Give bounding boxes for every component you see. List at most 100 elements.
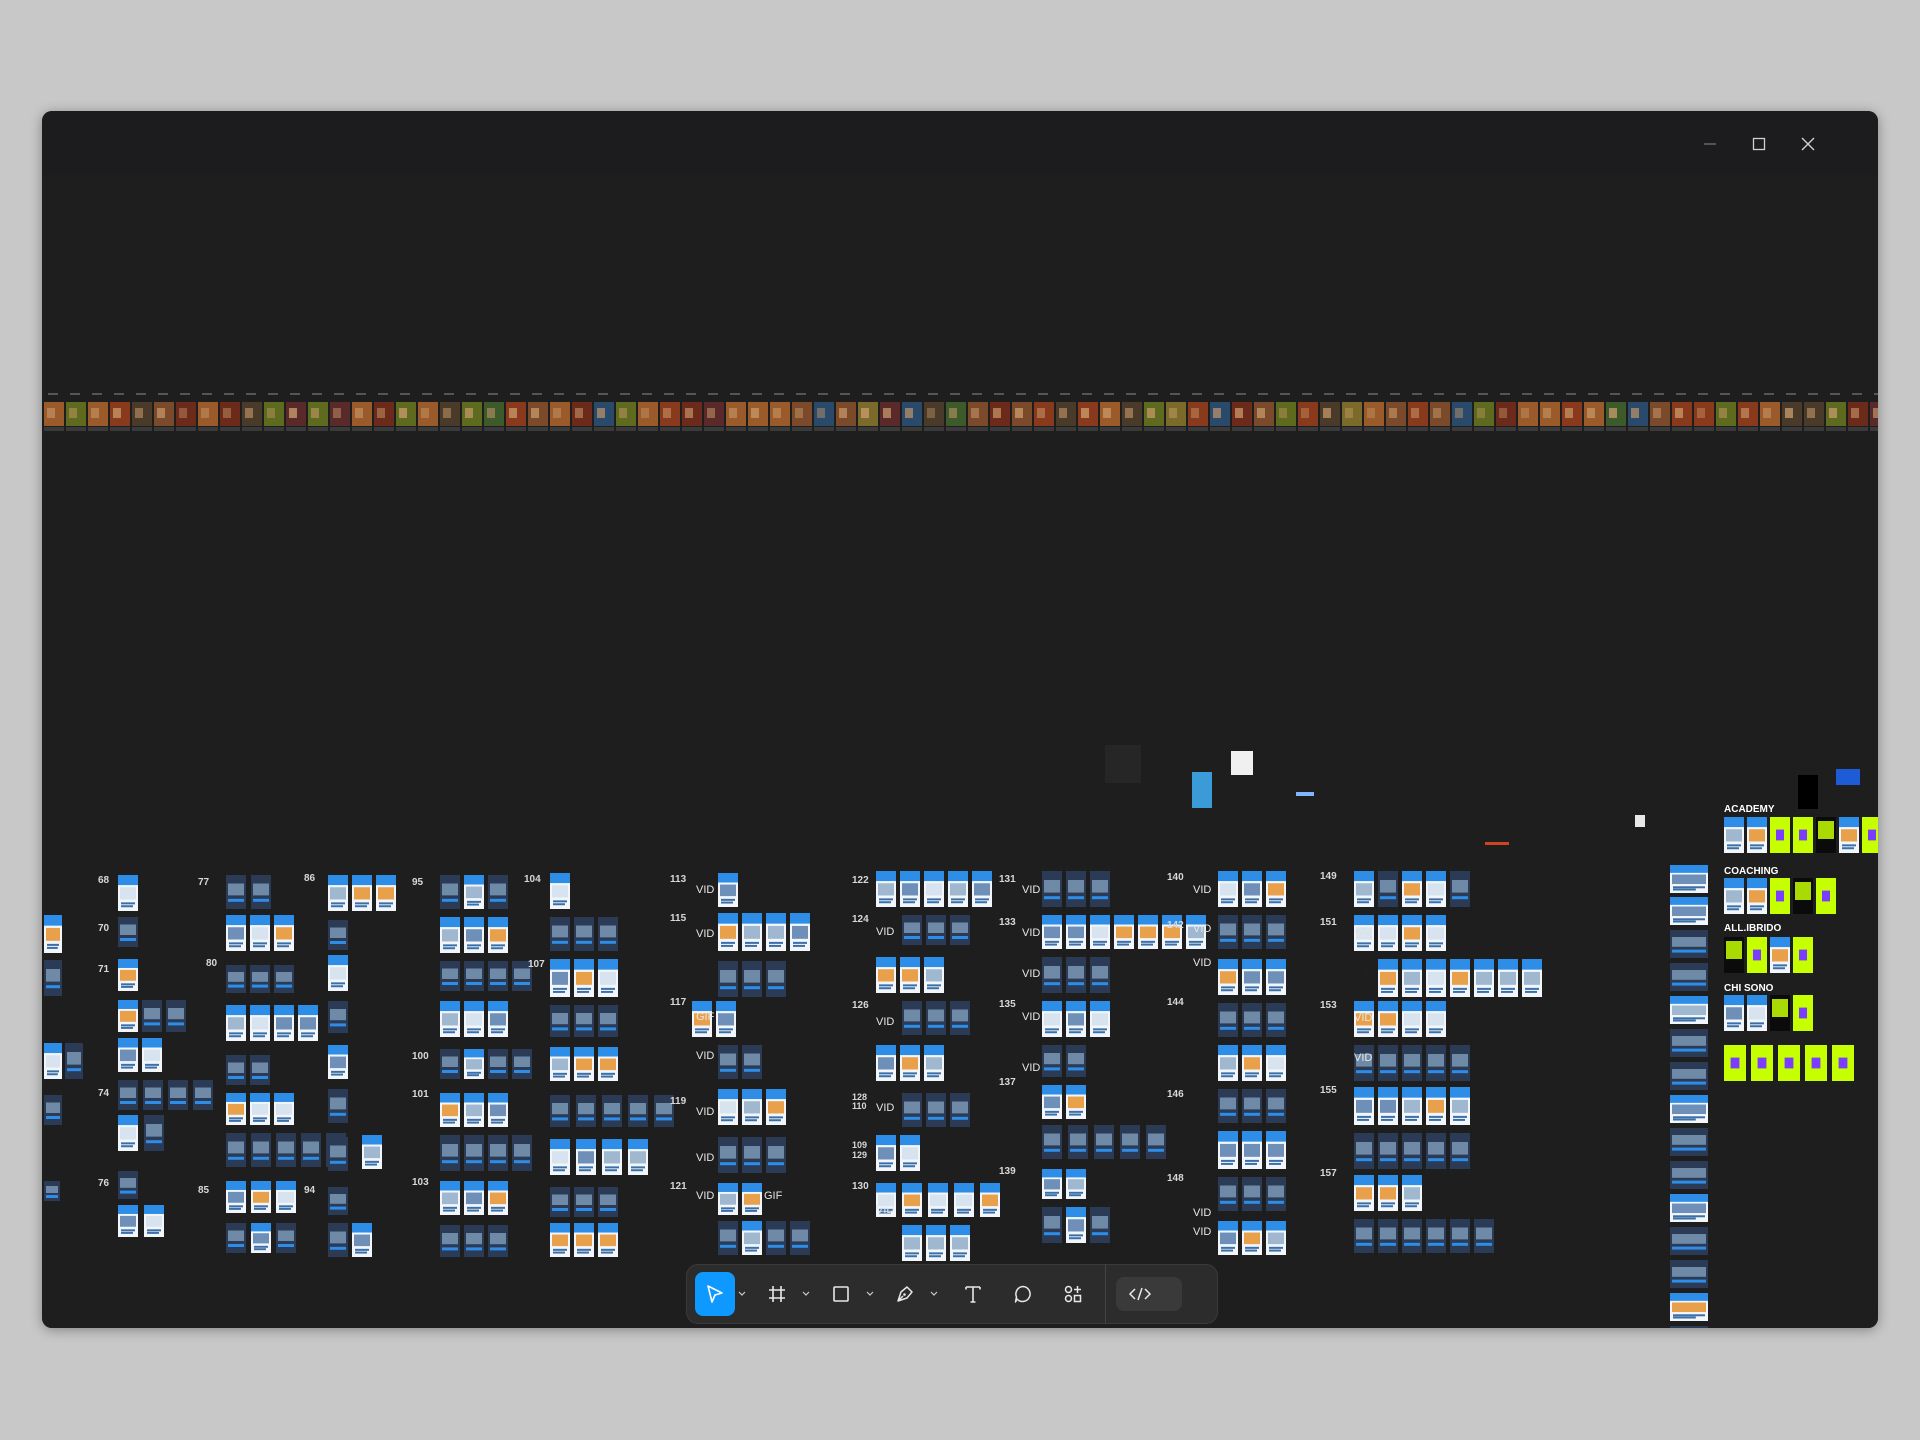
card-header[interactable] bbox=[1402, 871, 1422, 882]
card-image[interactable] bbox=[1092, 1216, 1108, 1229]
frame-card[interactable] bbox=[1474, 1219, 1494, 1253]
strip-thumbnail-detail[interactable] bbox=[1675, 408, 1683, 418]
card-header[interactable] bbox=[1266, 1221, 1286, 1231]
card-text[interactable] bbox=[769, 1119, 781, 1122]
card-image[interactable] bbox=[1428, 971, 1444, 985]
frame-card[interactable] bbox=[226, 1181, 246, 1213]
card-header[interactable] bbox=[766, 1089, 786, 1100]
strip-thumbnail-caption[interactable] bbox=[1210, 427, 1230, 431]
frame-card[interactable] bbox=[1770, 878, 1790, 914]
card-text[interactable] bbox=[276, 984, 292, 988]
card-text[interactable] bbox=[1244, 938, 1260, 942]
card-header[interactable] bbox=[250, 1005, 270, 1016]
frame-card[interactable] bbox=[1839, 817, 1859, 853]
card-image[interactable] bbox=[228, 972, 244, 982]
strip-thumbnail-label[interactable] bbox=[884, 393, 894, 395]
card-image[interactable] bbox=[1092, 880, 1108, 893]
card-text[interactable] bbox=[1501, 990, 1513, 993]
card-text[interactable] bbox=[228, 1076, 244, 1079]
card-text[interactable] bbox=[720, 986, 736, 990]
card-text[interactable] bbox=[927, 901, 939, 904]
card-text[interactable] bbox=[1673, 1019, 1696, 1022]
frame-card[interactable] bbox=[440, 1181, 460, 1215]
card-text[interactable] bbox=[67, 1068, 81, 1072]
frame-card[interactable] bbox=[1266, 1177, 1286, 1211]
card-text[interactable] bbox=[1093, 940, 1107, 943]
frame-card[interactable] bbox=[1670, 996, 1708, 1024]
card-image[interactable] bbox=[442, 1056, 458, 1068]
card-header[interactable] bbox=[118, 1038, 138, 1048]
card-text[interactable] bbox=[1045, 1191, 1059, 1194]
card-image[interactable] bbox=[974, 883, 990, 896]
card-text[interactable] bbox=[47, 1070, 59, 1073]
card-image[interactable] bbox=[228, 1230, 244, 1242]
card-text[interactable] bbox=[744, 986, 760, 990]
card-text[interactable] bbox=[931, 1211, 943, 1214]
frame-card[interactable] bbox=[1354, 871, 1374, 907]
card-image[interactable] bbox=[1220, 1057, 1236, 1070]
card-image[interactable] bbox=[600, 1013, 616, 1025]
frame-card[interactable] bbox=[1770, 817, 1790, 853]
card-text[interactable] bbox=[1221, 1159, 1235, 1162]
card-image[interactable] bbox=[330, 967, 346, 980]
card-header[interactable] bbox=[926, 1225, 946, 1236]
card-text[interactable] bbox=[553, 1072, 567, 1075]
frame-card[interactable] bbox=[328, 1137, 348, 1171]
frame-card[interactable] bbox=[950, 1225, 970, 1261]
card-image[interactable] bbox=[928, 1009, 944, 1022]
strip-thumbnail-label[interactable] bbox=[840, 393, 850, 395]
card-image[interactable] bbox=[576, 1234, 592, 1247]
card-text[interactable] bbox=[1069, 943, 1081, 946]
card-image[interactable] bbox=[552, 971, 568, 985]
card-header[interactable] bbox=[488, 1001, 508, 1012]
card-header[interactable] bbox=[598, 959, 618, 970]
card-text[interactable] bbox=[879, 1165, 891, 1168]
card-text[interactable] bbox=[879, 1072, 893, 1075]
strip-thumbnail-caption[interactable] bbox=[682, 427, 702, 431]
card-image[interactable] bbox=[46, 1186, 58, 1193]
card-image[interactable] bbox=[1068, 880, 1084, 893]
card-image[interactable] bbox=[1244, 1185, 1260, 1198]
strip-thumbnail-label[interactable] bbox=[642, 393, 652, 395]
card-text[interactable] bbox=[1405, 990, 1417, 993]
card-image[interactable] bbox=[926, 883, 942, 896]
card-image[interactable] bbox=[1116, 926, 1132, 939]
card-text[interactable] bbox=[1404, 1070, 1420, 1074]
card-text[interactable] bbox=[1381, 1028, 1395, 1031]
card-text[interactable] bbox=[253, 1119, 265, 1122]
card-image[interactable] bbox=[120, 1127, 136, 1140]
card-image[interactable] bbox=[278, 1141, 294, 1154]
strip-thumbnail-label[interactable] bbox=[994, 393, 1004, 395]
frame-card[interactable] bbox=[118, 875, 138, 911]
strip-thumbnail-label[interactable] bbox=[1060, 393, 1070, 395]
card-text[interactable] bbox=[229, 1117, 243, 1120]
strip-thumbnail-detail[interactable] bbox=[795, 408, 803, 418]
card-header[interactable] bbox=[1670, 865, 1708, 873]
card-image[interactable] bbox=[1148, 1133, 1164, 1146]
card-image[interactable] bbox=[1428, 1054, 1444, 1067]
card-image[interactable] bbox=[300, 1017, 316, 1030]
frame-card[interactable] bbox=[1042, 915, 1062, 949]
card-text[interactable] bbox=[1221, 901, 1233, 904]
card-text[interactable] bbox=[1453, 987, 1467, 990]
frame-card[interactable] bbox=[1146, 1125, 1166, 1159]
card-image[interactable] bbox=[442, 1104, 458, 1117]
frame-card[interactable] bbox=[1378, 1219, 1398, 1253]
card-text[interactable] bbox=[331, 1073, 343, 1076]
card-image[interactable] bbox=[1672, 1104, 1706, 1115]
card-image[interactable] bbox=[1799, 1007, 1807, 1019]
frame-card[interactable] bbox=[251, 1181, 271, 1213]
strip-thumbnail-label[interactable] bbox=[708, 393, 718, 395]
card-header[interactable] bbox=[876, 1045, 896, 1056]
card-image[interactable] bbox=[120, 924, 136, 936]
card-image[interactable] bbox=[1428, 1142, 1444, 1155]
card-text[interactable] bbox=[903, 1162, 917, 1165]
card-text[interactable] bbox=[490, 982, 506, 985]
frame-card[interactable] bbox=[1450, 1087, 1470, 1125]
card-header[interactable] bbox=[1522, 959, 1542, 970]
frame-card[interactable] bbox=[1474, 959, 1494, 997]
card-text[interactable] bbox=[1268, 938, 1284, 942]
strip-thumbnail-label[interactable] bbox=[1478, 393, 1488, 395]
card-image[interactable] bbox=[1776, 890, 1784, 902]
card-image[interactable] bbox=[490, 1233, 506, 1245]
